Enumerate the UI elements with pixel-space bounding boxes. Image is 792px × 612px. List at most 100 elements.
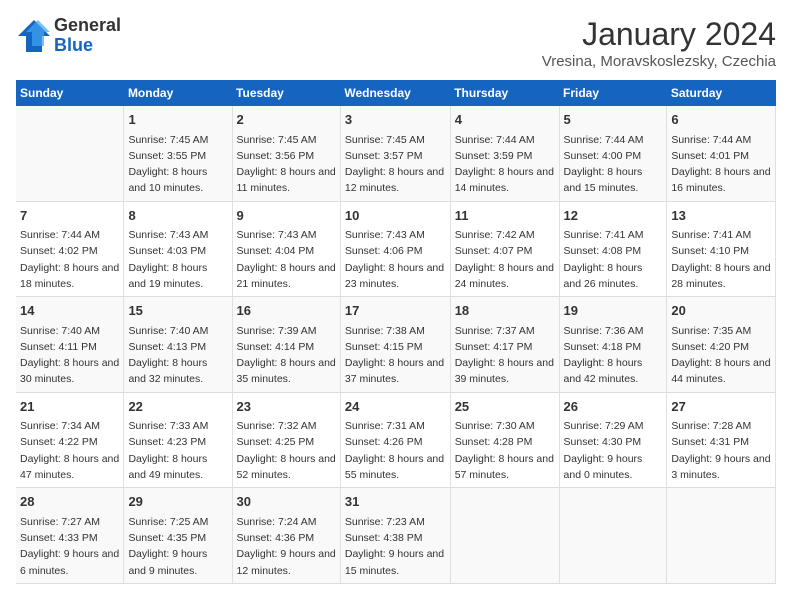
header-monday: Monday (124, 80, 232, 106)
cell-w3-d6: 27Sunrise: 7:28 AMSunset: 4:31 PMDayligh… (667, 392, 776, 488)
header-saturday: Saturday (667, 80, 776, 106)
day-number: 13 (671, 206, 771, 226)
cell-w2-d6: 20Sunrise: 7:35 AMSunset: 4:20 PMDayligh… (667, 297, 776, 393)
day-info: Sunrise: 7:44 AMSunset: 3:59 PMDaylight:… (455, 132, 555, 197)
day-info: Sunrise: 7:42 AMSunset: 4:07 PMDaylight:… (455, 227, 555, 292)
day-number: 3 (345, 110, 446, 130)
logo-blue: Blue (54, 36, 121, 56)
calendar-subtitle: Vresina, Moravskoslezsky, Czechia (542, 53, 776, 70)
day-info: Sunrise: 7:39 AMSunset: 4:14 PMDaylight:… (237, 323, 336, 388)
cell-w1-d4: 11Sunrise: 7:42 AMSunset: 4:07 PMDayligh… (450, 201, 559, 297)
header: General Blue January 2024 Vresina, Morav… (16, 16, 776, 70)
logo-general: General (54, 16, 121, 36)
cell-w4-d6 (667, 488, 776, 584)
cell-w2-d4: 18Sunrise: 7:37 AMSunset: 4:17 PMDayligh… (450, 297, 559, 393)
day-number: 17 (345, 301, 446, 321)
day-info: Sunrise: 7:38 AMSunset: 4:15 PMDaylight:… (345, 323, 446, 388)
calendar-header: Sunday Monday Tuesday Wednesday Thursday… (16, 80, 776, 106)
cell-w2-d0: 14Sunrise: 7:40 AMSunset: 4:11 PMDayligh… (16, 297, 124, 393)
calendar-body: 1Sunrise: 7:45 AMSunset: 3:55 PMDaylight… (16, 106, 776, 583)
day-number: 11 (455, 206, 555, 226)
cell-w0-d6: 6Sunrise: 7:44 AMSunset: 4:01 PMDaylight… (667, 106, 776, 201)
day-info: Sunrise: 7:24 AMSunset: 4:36 PMDaylight:… (237, 514, 336, 579)
cell-w0-d1: 1Sunrise: 7:45 AMSunset: 3:55 PMDaylight… (124, 106, 232, 201)
logo-text: General Blue (54, 16, 121, 56)
calendar-container: General Blue January 2024 Vresina, Morav… (0, 0, 792, 594)
day-info: Sunrise: 7:45 AMSunset: 3:57 PMDaylight:… (345, 132, 446, 197)
cell-w0-d2: 2Sunrise: 7:45 AMSunset: 3:56 PMDaylight… (232, 106, 340, 201)
day-number: 27 (671, 397, 771, 417)
day-info: Sunrise: 7:31 AMSunset: 4:26 PMDaylight:… (345, 418, 446, 483)
cell-w0-d3: 3Sunrise: 7:45 AMSunset: 3:57 PMDaylight… (340, 106, 450, 201)
day-info: Sunrise: 7:45 AMSunset: 3:56 PMDaylight:… (237, 132, 336, 197)
day-info: Sunrise: 7:34 AMSunset: 4:22 PMDaylight:… (20, 418, 119, 483)
cell-w3-d2: 23Sunrise: 7:32 AMSunset: 4:25 PMDayligh… (232, 392, 340, 488)
day-number: 16 (237, 301, 336, 321)
day-info: Sunrise: 7:41 AMSunset: 4:08 PMDaylight:… (564, 227, 663, 292)
day-info: Sunrise: 7:30 AMSunset: 4:28 PMDaylight:… (455, 418, 555, 483)
cell-w1-d0: 7Sunrise: 7:44 AMSunset: 4:02 PMDaylight… (16, 201, 124, 297)
cell-w4-d0: 28Sunrise: 7:27 AMSunset: 4:33 PMDayligh… (16, 488, 124, 584)
day-info: Sunrise: 7:41 AMSunset: 4:10 PMDaylight:… (671, 227, 771, 292)
day-number: 18 (455, 301, 555, 321)
calendar-table: Sunday Monday Tuesday Wednesday Thursday… (16, 80, 776, 584)
week-row-2: 14Sunrise: 7:40 AMSunset: 4:11 PMDayligh… (16, 297, 776, 393)
week-row-4: 28Sunrise: 7:27 AMSunset: 4:33 PMDayligh… (16, 488, 776, 584)
day-number: 24 (345, 397, 446, 417)
day-info: Sunrise: 7:43 AMSunset: 4:06 PMDaylight:… (345, 227, 446, 292)
cell-w4-d3: 31Sunrise: 7:23 AMSunset: 4:38 PMDayligh… (340, 488, 450, 584)
cell-w2-d1: 15Sunrise: 7:40 AMSunset: 4:13 PMDayligh… (124, 297, 232, 393)
cell-w4-d4 (450, 488, 559, 584)
cell-w0-d5: 5Sunrise: 7:44 AMSunset: 4:00 PMDaylight… (559, 106, 667, 201)
day-info: Sunrise: 7:40 AMSunset: 4:11 PMDaylight:… (20, 323, 119, 388)
header-tuesday: Tuesday (232, 80, 340, 106)
day-number: 31 (345, 492, 446, 512)
day-number: 29 (128, 492, 227, 512)
cell-w4-d2: 30Sunrise: 7:24 AMSunset: 4:36 PMDayligh… (232, 488, 340, 584)
day-number: 6 (671, 110, 771, 130)
day-info: Sunrise: 7:33 AMSunset: 4:23 PMDaylight:… (128, 418, 227, 483)
day-number: 28 (20, 492, 119, 512)
day-info: Sunrise: 7:25 AMSunset: 4:35 PMDaylight:… (128, 514, 227, 579)
week-row-0: 1Sunrise: 7:45 AMSunset: 3:55 PMDaylight… (16, 106, 776, 201)
day-number: 21 (20, 397, 119, 417)
day-number: 7 (20, 206, 119, 226)
header-wednesday: Wednesday (340, 80, 450, 106)
day-number: 15 (128, 301, 227, 321)
day-info: Sunrise: 7:44 AMSunset: 4:02 PMDaylight:… (20, 227, 119, 292)
day-info: Sunrise: 7:45 AMSunset: 3:55 PMDaylight:… (128, 132, 227, 197)
day-info: Sunrise: 7:29 AMSunset: 4:30 PMDaylight:… (564, 418, 663, 483)
day-info: Sunrise: 7:32 AMSunset: 4:25 PMDaylight:… (237, 418, 336, 483)
day-number: 14 (20, 301, 119, 321)
cell-w1-d5: 12Sunrise: 7:41 AMSunset: 4:08 PMDayligh… (559, 201, 667, 297)
day-number: 4 (455, 110, 555, 130)
day-info: Sunrise: 7:35 AMSunset: 4:20 PMDaylight:… (671, 323, 771, 388)
cell-w2-d3: 17Sunrise: 7:38 AMSunset: 4:15 PMDayligh… (340, 297, 450, 393)
cell-w0-d4: 4Sunrise: 7:44 AMSunset: 3:59 PMDaylight… (450, 106, 559, 201)
day-info: Sunrise: 7:37 AMSunset: 4:17 PMDaylight:… (455, 323, 555, 388)
cell-w3-d3: 24Sunrise: 7:31 AMSunset: 4:26 PMDayligh… (340, 392, 450, 488)
day-number: 22 (128, 397, 227, 417)
cell-w3-d5: 26Sunrise: 7:29 AMSunset: 4:30 PMDayligh… (559, 392, 667, 488)
cell-w3-d0: 21Sunrise: 7:34 AMSunset: 4:22 PMDayligh… (16, 392, 124, 488)
day-info: Sunrise: 7:23 AMSunset: 4:38 PMDaylight:… (345, 514, 446, 579)
header-friday: Friday (559, 80, 667, 106)
cell-w1-d3: 10Sunrise: 7:43 AMSunset: 4:06 PMDayligh… (340, 201, 450, 297)
day-info: Sunrise: 7:44 AMSunset: 4:01 PMDaylight:… (671, 132, 771, 197)
cell-w1-d2: 9Sunrise: 7:43 AMSunset: 4:04 PMDaylight… (232, 201, 340, 297)
calendar-title: January 2024 (542, 16, 776, 53)
cell-w2-d2: 16Sunrise: 7:39 AMSunset: 4:14 PMDayligh… (232, 297, 340, 393)
cell-w4-d5 (559, 488, 667, 584)
day-number: 8 (128, 206, 227, 226)
day-number: 19 (564, 301, 663, 321)
cell-w0-d0 (16, 106, 124, 201)
day-info: Sunrise: 7:44 AMSunset: 4:00 PMDaylight:… (564, 132, 663, 197)
day-info: Sunrise: 7:27 AMSunset: 4:33 PMDaylight:… (20, 514, 119, 579)
day-info: Sunrise: 7:40 AMSunset: 4:13 PMDaylight:… (128, 323, 227, 388)
cell-w1-d6: 13Sunrise: 7:41 AMSunset: 4:10 PMDayligh… (667, 201, 776, 297)
week-row-3: 21Sunrise: 7:34 AMSunset: 4:22 PMDayligh… (16, 392, 776, 488)
cell-w1-d1: 8Sunrise: 7:43 AMSunset: 4:03 PMDaylight… (124, 201, 232, 297)
cell-w4-d1: 29Sunrise: 7:25 AMSunset: 4:35 PMDayligh… (124, 488, 232, 584)
day-number: 10 (345, 206, 446, 226)
day-number: 23 (237, 397, 336, 417)
